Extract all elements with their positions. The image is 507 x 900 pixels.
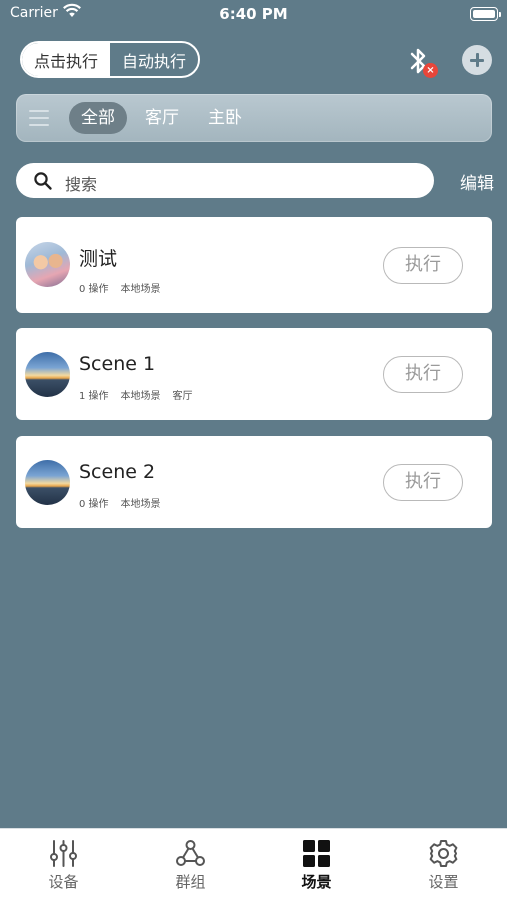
clock: 6:40 PM [219,5,288,23]
scene-action-count: 0 操作 [79,499,109,510]
menu-icon[interactable] [29,110,49,126]
gear-icon [429,840,458,867]
tab-label: 设置 [428,873,459,891]
scene-thumbnail [25,352,70,397]
tab-label: 场景 [301,873,332,891]
execute-button[interactable]: 执行 [383,356,463,393]
tab-label: 设备 [48,873,79,891]
scene-thumbnail [25,242,70,287]
tab-groups[interactable]: 群组 [127,829,254,900]
room-tab-living-room[interactable]: 客厅 [142,102,182,134]
scene-action-count: 1 操作 [79,391,109,402]
scene-type: 本地场景 [120,499,161,510]
tab-settings[interactable]: 设置 [380,829,507,900]
status-bar: Carrier 6:40 PM [0,0,507,30]
tab-devices[interactable]: 设备 [0,829,127,900]
scene-meta: 0 操作 本地场景 [79,495,173,510]
scene-card[interactable]: 测试 0 操作 本地场景 执行 [16,217,492,313]
scene-room: 客厅 [172,391,193,402]
search-input[interactable]: 搜索 [16,163,434,198]
sliders-icon [50,840,77,867]
add-scene-button[interactable] [462,45,492,75]
scene-card[interactable]: Scene 1 1 操作 本地场景 客厅 执行 [16,328,492,420]
execute-button[interactable]: 执行 [383,464,463,501]
scene-meta: 0 操作 本地场景 [79,280,173,295]
scene-action-count: 0 操作 [79,284,109,295]
battery-icon [470,7,501,21]
room-tab-all[interactable]: 全部 [69,102,127,134]
scene-name: Scene 2 [79,461,156,483]
scene-type: 本地场景 [120,284,161,295]
tab-scenes[interactable]: 场景 [253,829,380,900]
scene-thumbnail [25,460,70,505]
scene-name: 测试 [79,248,118,270]
room-filter-bar: 全部 客厅 主卧 [16,94,492,142]
edit-button[interactable]: 编辑 [460,169,494,194]
search-icon [34,172,52,190]
mode-toggle[interactable]: 点击执行 自动执行 [20,41,200,78]
bluetooth-error-badge: × [423,63,438,78]
tab-label: 群组 [175,873,206,891]
scene-meta: 1 操作 本地场景 客厅 [79,387,205,402]
scene-name: Scene 1 [79,353,156,375]
mode-click-execute[interactable]: 点击执行 [22,43,110,76]
search-placeholder: 搜索 [65,175,98,194]
group-icon [176,840,205,866]
grid-icon [303,840,330,867]
mode-auto-execute[interactable]: 自动执行 [110,43,198,76]
scene-type: 本地场景 [120,391,161,402]
tab-bar: 设备 群组 场景 设置 [0,828,507,900]
execute-button[interactable]: 执行 [383,247,463,284]
scene-card[interactable]: Scene 2 0 操作 本地场景 执行 [16,436,492,528]
room-tab-master-bedroom[interactable]: 主卧 [205,102,245,134]
